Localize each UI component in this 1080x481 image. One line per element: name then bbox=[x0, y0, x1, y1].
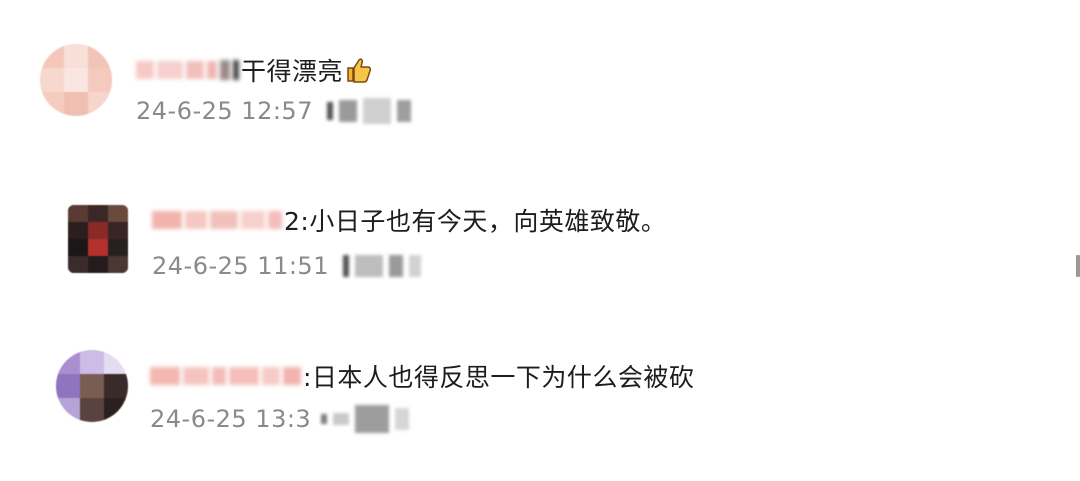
comment-line: 干得漂亮 bbox=[136, 52, 373, 88]
timestamp: 24-6-25 11:51 bbox=[152, 252, 329, 280]
comment-meta: 24-6-25 11:51 bbox=[152, 252, 421, 280]
comment-text: 2:小日子也有今天，向英雄致敬。 bbox=[284, 207, 667, 236]
timestamp: 24-6-25 13:3 bbox=[150, 405, 312, 433]
location-redacted bbox=[326, 98, 411, 124]
comment-list: 干得漂亮 24-6-25 12:57 2:小日子也有今天，向英雄致敬。 24-6… bbox=[0, 0, 1080, 481]
avatar[interactable] bbox=[68, 205, 128, 273]
avatar[interactable] bbox=[40, 44, 112, 116]
timestamp: 24-6-25 12:57 bbox=[136, 97, 313, 125]
location-redacted bbox=[342, 255, 421, 277]
username-redacted[interactable] bbox=[150, 367, 301, 385]
scrollbar-thumb[interactable] bbox=[1076, 255, 1080, 277]
comment-line: 2:小日子也有今天，向英雄致敬。 bbox=[152, 202, 666, 238]
comment-meta: 24-6-25 12:57 bbox=[136, 97, 411, 125]
comment-text: :日本人也得反思一下为什么会被砍 bbox=[303, 363, 695, 392]
thumbs-up-icon bbox=[345, 56, 373, 84]
location-redacted bbox=[321, 405, 410, 433]
username-redacted[interactable] bbox=[152, 211, 282, 229]
comment-meta: 24-6-25 13:3 bbox=[150, 405, 410, 433]
comment-line: :日本人也得反思一下为什么会被砍 bbox=[150, 358, 694, 394]
comment-text: 干得漂亮 bbox=[241, 57, 344, 86]
username-redacted[interactable] bbox=[136, 60, 239, 80]
avatar[interactable] bbox=[56, 350, 128, 422]
